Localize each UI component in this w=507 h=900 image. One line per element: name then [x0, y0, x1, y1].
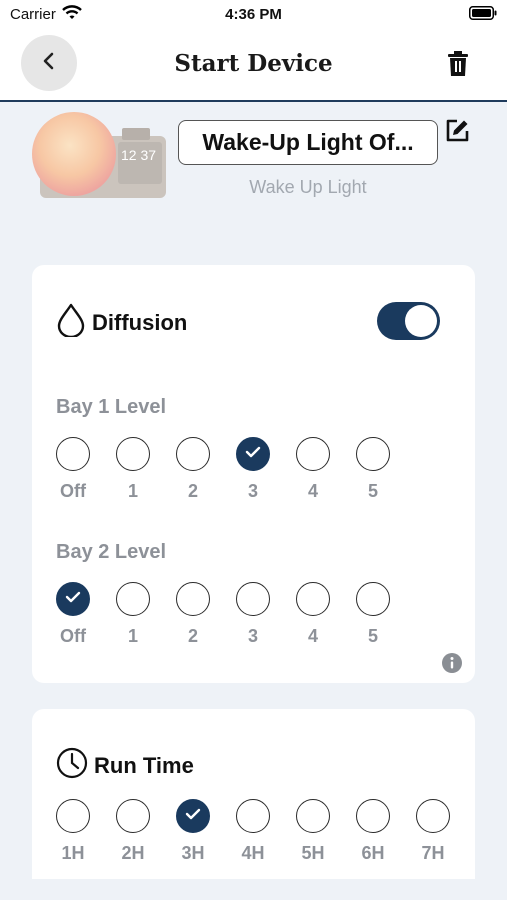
run-time-option-label: 6H: [361, 843, 385, 863]
radio-unchecked[interactable]: [116, 799, 150, 833]
info-button[interactable]: [442, 653, 462, 673]
run-time-option[interactable]: 2H: [116, 799, 152, 864]
radio-checked[interactable]: [236, 437, 270, 471]
radio-unchecked[interactable]: [176, 582, 210, 616]
run-time-option[interactable]: 7H: [416, 799, 452, 864]
radio-unchecked[interactable]: [116, 437, 150, 471]
run-time-header: Run Time: [56, 747, 194, 784]
clock-icon: [56, 747, 88, 784]
bay2-level-option[interactable]: 4: [296, 582, 332, 647]
radio-unchecked[interactable]: [176, 437, 210, 471]
delete-button[interactable]: [445, 50, 471, 78]
run-time-card: Run Time 1H 2H 3H 4H 5H 6H 7H: [32, 709, 475, 879]
run-time-option[interactable]: 5H: [296, 799, 332, 864]
bay2-level-option[interactable]: 3: [236, 582, 272, 647]
radio-unchecked[interactable]: [356, 582, 390, 616]
edit-name-button[interactable]: [444, 118, 470, 144]
bay1-level-option[interactable]: 2: [176, 437, 212, 502]
device-image: 12 37: [30, 106, 170, 202]
nav-bar: Start Device: [0, 30, 507, 102]
bay2-level-option[interactable]: 2: [176, 582, 212, 647]
radio-checked[interactable]: [176, 799, 210, 833]
run-time-option-label: 1H: [61, 843, 85, 863]
page-title: Start Device: [174, 50, 333, 77]
radio-unchecked[interactable]: [416, 799, 450, 833]
radio-unchecked[interactable]: [296, 799, 330, 833]
device-header: 12 37 Wake-Up Light Of... Wake Up Light: [0, 104, 507, 214]
bay2-level-option[interactable]: 1: [116, 582, 152, 647]
run-time-option[interactable]: 3H: [176, 799, 212, 864]
run-time-option-label: 4H: [241, 843, 265, 863]
status-bar: Carrier 4:36 PM: [0, 0, 507, 30]
toggle-knob: [405, 305, 437, 337]
device-type-label: Wake Up Light: [249, 177, 367, 197]
bay1-level-option-label: 5: [367, 481, 378, 501]
bay1-level-option[interactable]: 1: [116, 437, 152, 502]
checkmark-icon: [65, 590, 81, 608]
device-clock-display: 12 37: [121, 147, 156, 163]
status-time: 4:36 PM: [225, 6, 282, 23]
run-time-option-label: 7H: [421, 843, 445, 863]
bay2-level-option-label: 3: [247, 626, 258, 646]
diffusion-card: Diffusion Bay 1 Level Off 1 2 3 4 5 Bay 2 Lev…: [32, 265, 475, 683]
radio-unchecked[interactable]: [296, 582, 330, 616]
bay1-level-option-label: 2: [187, 481, 198, 501]
edit-icon: [444, 119, 470, 148]
bay2-level-option-label: 4: [307, 626, 318, 646]
bay1-level-option-label: Off: [60, 481, 86, 501]
droplet-icon: [56, 303, 86, 342]
run-time-option-label: 2H: [121, 843, 145, 863]
bay1-level-option-label: 3: [247, 481, 258, 501]
bay1-level-option[interactable]: 5: [356, 437, 392, 502]
trash-icon: [445, 51, 471, 82]
bay1-level-option[interactable]: Off: [56, 437, 92, 502]
radio-unchecked[interactable]: [56, 437, 90, 471]
battery-icon: [469, 6, 497, 24]
radio-unchecked[interactable]: [236, 582, 270, 616]
bay2-level-option-label: 1: [127, 626, 138, 646]
radio-unchecked[interactable]: [356, 437, 390, 471]
radio-unchecked[interactable]: [56, 799, 90, 833]
diffusion-title: Diffusion: [92, 309, 188, 335]
bay1-level-label: Bay 1 Level: [56, 396, 167, 418]
run-time-option-label: 3H: [181, 843, 205, 863]
radio-unchecked[interactable]: [296, 437, 330, 471]
device-name-field[interactable]: Wake-Up Light Of...: [178, 120, 438, 165]
bay1-level-option[interactable]: 3: [236, 437, 272, 502]
run-time-title: Run Time: [94, 752, 194, 778]
radio-unchecked[interactable]: [356, 799, 390, 833]
bay2-level-option-label: 2: [187, 626, 198, 646]
info-icon: [442, 653, 462, 677]
bay2-level-label: Bay 2 Level: [56, 541, 167, 563]
radio-unchecked[interactable]: [236, 799, 270, 833]
bay2-level-option[interactable]: 5: [356, 582, 392, 647]
run-time-option[interactable]: 4H: [236, 799, 272, 864]
bay1-level-option-label: 1: [127, 481, 138, 501]
bay2-level-option[interactable]: Off: [56, 582, 92, 647]
bay2-level-option-label: Off: [60, 626, 86, 646]
diffusion-header: Diffusion: [56, 303, 187, 342]
run-time-option[interactable]: 1H: [56, 799, 92, 864]
run-time-option[interactable]: 6H: [356, 799, 392, 864]
radio-checked[interactable]: [56, 582, 90, 616]
bay1-level-option-label: 4: [307, 481, 318, 501]
radio-unchecked[interactable]: [116, 582, 150, 616]
diffusion-toggle[interactable]: [377, 302, 440, 340]
checkmark-icon: [185, 807, 201, 825]
bay1-level-option[interactable]: 4: [296, 437, 332, 502]
bay2-level-option-label: 5: [367, 626, 378, 646]
checkmark-icon: [245, 445, 261, 463]
run-time-option-label: 5H: [301, 843, 325, 863]
